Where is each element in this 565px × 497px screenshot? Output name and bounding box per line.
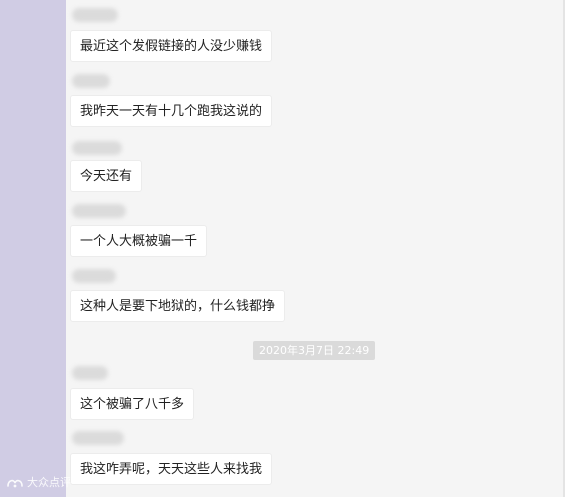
watermark: 大众点评 (6, 476, 71, 490)
message-bubble[interactable]: 一个人大概被骗一千 (70, 225, 208, 257)
sender-name-blurred (72, 141, 122, 155)
sender-name-blurred (72, 74, 110, 88)
sender-name-blurred (72, 366, 108, 380)
sender-name-blurred (72, 8, 118, 22)
message-timestamp: 2020年3月7日 22:49 (253, 341, 376, 360)
watermark-text: 大众点评 (27, 476, 71, 489)
avatar-column-blurred (0, 0, 66, 497)
sender-name-blurred (72, 431, 124, 445)
watermark-logo-icon (7, 479, 23, 488)
sender-name-blurred (72, 204, 126, 218)
chat-window: 最近这个发假链接的人没少赚钱 我昨天一天有十几个跑我这说的 今天还有 一个人大概… (0, 0, 565, 497)
message-bubble[interactable]: 这个被骗了八千多 (70, 388, 195, 420)
sender-name-blurred (72, 269, 116, 283)
message-bubble[interactable]: 我昨天一天有十几个跑我这说的 (70, 95, 273, 127)
message-bubble[interactable]: 最近这个发假链接的人没少赚钱 (70, 30, 273, 62)
message-bubble[interactable]: 今天还有 (70, 160, 143, 192)
message-bubble[interactable]: 这种人是要下地狱的，什么钱都挣 (70, 290, 286, 322)
message-bubble[interactable]: 我这咋弄呢，天天这些人来找我 (70, 453, 273, 485)
